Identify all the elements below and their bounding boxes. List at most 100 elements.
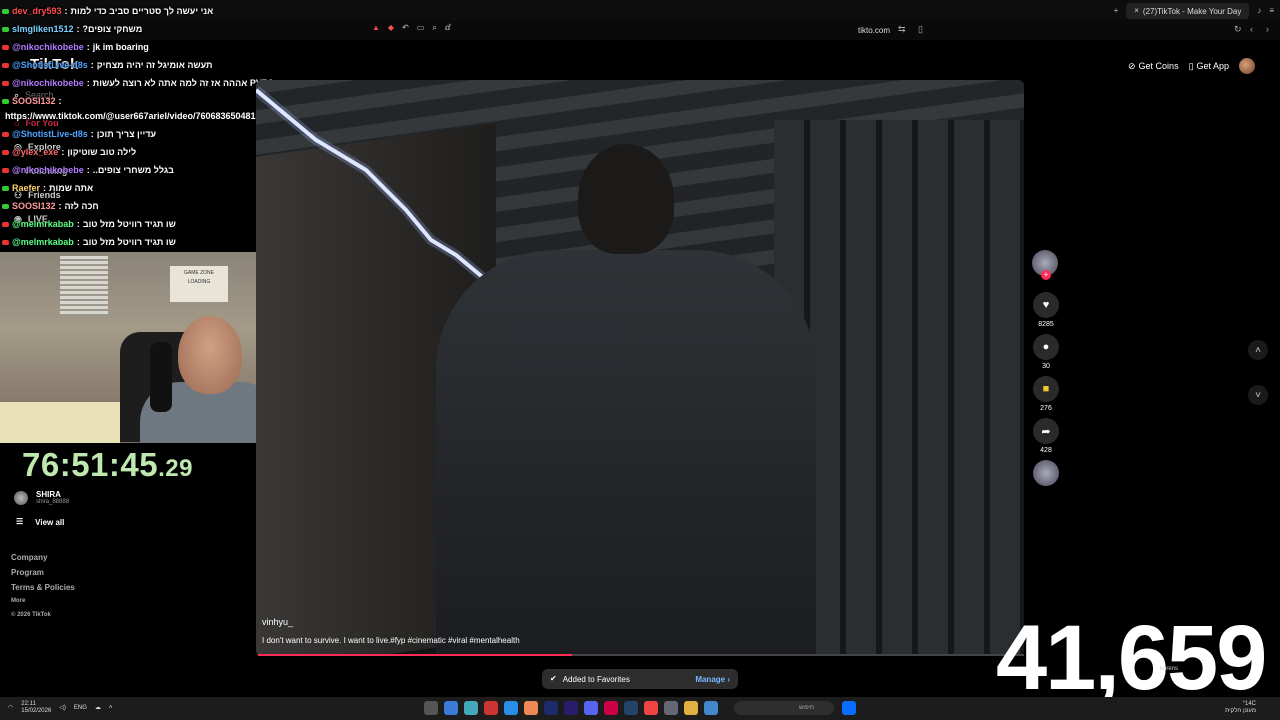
view-all-button[interactable]: ☰ View all [16,518,64,528]
app-icon[interactable] [564,701,578,715]
app-icon[interactable] [444,701,458,715]
share-icon: ➦ [1041,425,1051,438]
forward-icon[interactable]: › [1266,24,1269,34]
app-icon[interactable] [704,701,718,715]
app-icon[interactable] [424,701,438,715]
url-domain[interactable]: tikto.com [858,26,890,35]
tiktok-favicon-icon: ♪ [1257,6,1262,15]
video-progress-bar[interactable] [258,654,1024,656]
chat-user: @melmrkabab [12,237,74,247]
user-avatar[interactable] [1239,58,1256,74]
video-player[interactable] [256,80,1024,656]
volume-icon[interactable]: ◁) [59,705,66,711]
platform-badge-icon [2,239,9,245]
chat-msg: jk im boaring [92,42,149,52]
active-tab[interactable]: × (27)TikTok - Make Your Day [1126,3,1250,19]
footer-link-company[interactable]: Company [11,553,75,568]
app-icon[interactable] [604,701,618,715]
onedrive-icon[interactable]: ☁ [95,705,101,711]
copyright: © 2026 TikTok [11,612,51,618]
tab-title: (27)TikTok - Make Your Day [1142,6,1242,16]
translate-icon[interactable]: ⅆ [445,24,451,32]
follow-plus-icon[interactable]: + [1041,270,1051,280]
coin-icon: ⊘ [1128,60,1136,71]
creator-avatar[interactable]: + [1032,250,1058,280]
bookmark-icon[interactable]: ▯ [918,24,923,35]
chevron-up-icon: ˄ [1255,344,1261,356]
app-icon[interactable] [584,701,598,715]
new-tab-icon[interactable]: + [1114,7,1119,15]
chat-user: SOOSI132 [12,201,56,211]
chat-msg: שו תגיד רוויטל מזל טוב [82,219,176,229]
like-button[interactable]: ♥ [1033,292,1059,318]
window-blinds [60,256,108,316]
chat-line: dev_dry593: אני יעשה לך סטריים סביב כדי … [2,6,213,16]
brave-shield-icon[interactable]: ◆ [388,24,394,32]
wifi-icon[interactable]: ◠ [8,705,13,711]
chat-msg: אני יעשה לך סטריים סביב כדי למות [70,6,214,16]
search-icon[interactable]: ⌕ [432,24,436,32]
following-profile[interactable]: SHIRA shira_88888 [14,490,69,505]
close-icon[interactable]: × [1134,7,1139,15]
brave-rewards-icon[interactable]: ▲ [372,24,380,32]
platform-badge-icon [2,131,9,137]
favorite-button[interactable]: ■ [1033,376,1059,402]
chat-msg: אתה שמות [49,183,94,193]
get-coins-button[interactable]: ⊘ Get Coins [1128,61,1179,71]
footer-link-program[interactable]: Program [11,568,75,583]
avatar [14,490,28,505]
chevron-up-icon[interactable]: ˄ [109,705,113,711]
person-body [436,250,816,656]
footer-link-more[interactable]: More [11,598,75,612]
platform-badge-icon [2,80,9,86]
app-icon[interactable] [684,701,698,715]
footer-link-terms[interactable]: Terms & Policies [11,583,75,598]
music-disc-avatar[interactable] [1033,460,1059,486]
chat-msg[interactable]: https://www.tiktok.com/@user667ariel/vid… [5,111,291,121]
share-button[interactable]: ➦ [1033,418,1059,444]
taskbar-search[interactable]: חיפוש [734,701,834,715]
chat-msg: ?משחקי צופים [82,24,143,34]
chat-user: @nikochikobebe [12,165,84,175]
chat-msg: לילה טוב שוטיקון [67,147,137,157]
save-count: 276 [1040,405,1052,412]
app-icon[interactable] [644,701,658,715]
app-icon[interactable] [664,701,678,715]
menu-icon[interactable]: ≡ [1269,7,1274,15]
chat-line: Raefer: אתה שמות [2,183,93,193]
check-circle-icon: ✔ [550,674,557,683]
platform-badge-icon [2,26,9,32]
get-app-button[interactable]: ▯ Get App [1189,61,1229,71]
bed [0,402,120,443]
app-icon[interactable] [524,701,538,715]
chat-line: SOOSI132: [2,96,65,106]
clock[interactable]: 22:11 15/02/2026 [21,701,51,715]
platform-badge-icon [2,8,9,14]
profile-handle: shira_88888 [36,499,70,505]
reload-icon[interactable]: ↻ [1234,24,1242,35]
language-indicator[interactable]: ENG [74,705,87,711]
feed-navigation: ˄ ˅ [1248,340,1270,430]
app-icon[interactable] [464,701,478,715]
chat-user: SOOSI132 [12,96,56,106]
manage-link[interactable]: Manage › [695,675,730,684]
chat-line: https://www.tiktok.com/@user667ariel/vid… [2,111,291,121]
undo-icon[interactable]: ↶ [402,24,409,32]
screenshot-icon[interactable]: ▭ [417,24,425,32]
app-icon[interactable] [484,701,498,715]
site-settings-icon[interactable]: ⇆ [898,24,906,35]
back-icon[interactable]: ‹ [1250,24,1253,34]
platform-badge-icon [2,62,9,68]
chat-user: dev_dry593 [12,6,62,16]
weather-widget[interactable]: °14C מעונן חלקית [1225,701,1256,715]
app-icon[interactable] [544,701,558,715]
next-video-button[interactable]: ˅ [1248,385,1268,405]
like-count: 8285 [1038,321,1054,328]
previous-video-button[interactable]: ˄ [1248,340,1268,360]
windows-start-icon[interactable] [842,701,856,715]
chat-line: @ShotistLive-d8s: עדיין צריך תוכן [2,129,156,139]
app-icon[interactable] [624,701,638,715]
comment-button[interactable]: ● [1033,334,1059,360]
app-icon[interactable] [504,701,518,715]
video-author[interactable]: vinhyu_ [262,617,293,627]
